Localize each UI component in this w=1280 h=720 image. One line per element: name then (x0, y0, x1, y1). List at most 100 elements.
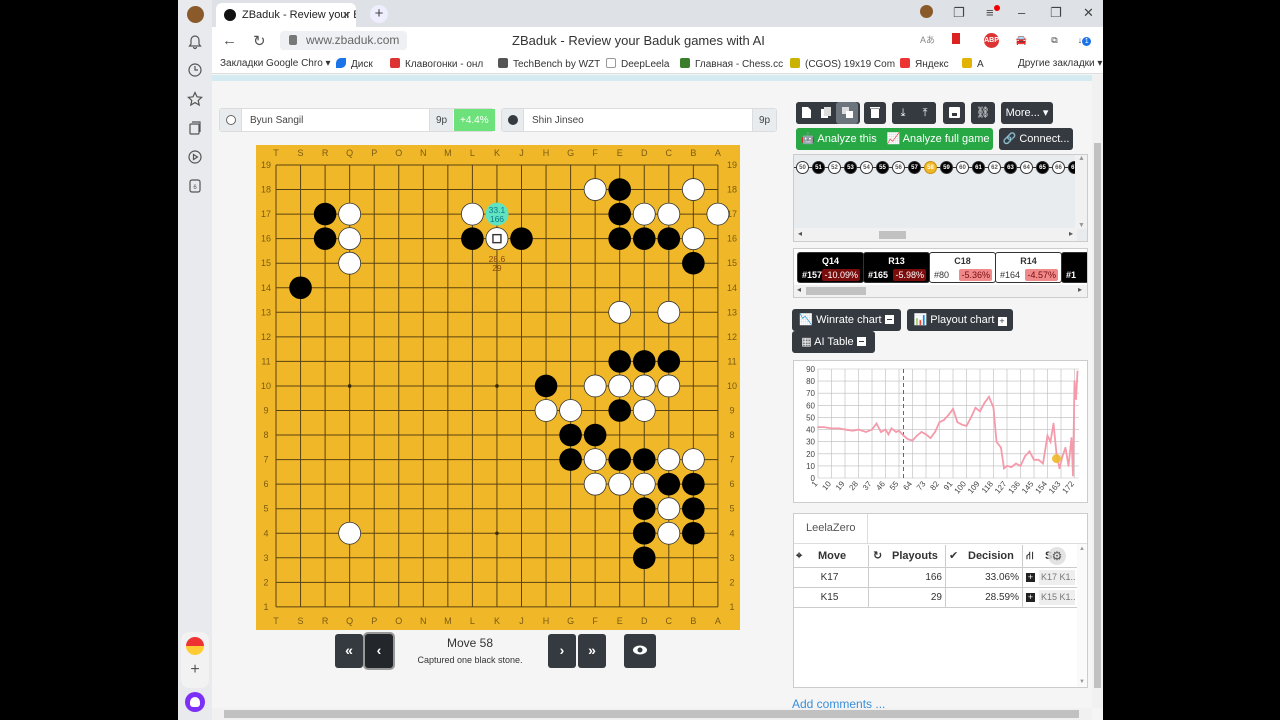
bell-icon[interactable] (185, 34, 205, 54)
move-node[interactable]: 52 (828, 161, 841, 174)
reload-icon[interactable]: ↻ (253, 32, 266, 50)
move-node[interactable]: 57 (908, 161, 921, 174)
mistakes-hscroll[interactable]: ◂ ▸ (794, 285, 1087, 297)
mistake-card[interactable]: C18 #80 -5.36% (929, 252, 996, 283)
playout-chart-toggle[interactable]: 📊 Playout chart + (907, 309, 1013, 331)
bookmark-item[interactable]: Яндекс (900, 58, 949, 70)
white-player-name[interactable]: Byun Sangil (250, 115, 303, 126)
star-icon[interactable] (185, 91, 205, 111)
move-node[interactable]: 53 (844, 161, 857, 174)
scrollbar-thumb[interactable] (806, 287, 866, 295)
first-move-button[interactable]: « (335, 634, 363, 668)
bookmark-item[interactable]: Клавогонки - онл (390, 58, 483, 70)
candidate-move[interactable]: 28.629 (489, 254, 506, 273)
move-node[interactable]: 59 (940, 161, 953, 174)
ai-table-row[interactable]: K17 166 33.06% + K17 K1... (794, 567, 1077, 587)
cell-sequence[interactable]: K15 K1... (1039, 590, 1075, 605)
expand-sequence-icon[interactable]: + (1026, 573, 1035, 582)
other-bookmarks[interactable]: Другие закладки ▾ (1018, 58, 1102, 69)
column-decision[interactable]: ✔ Decision (946, 545, 1023, 567)
cell-sequence[interactable]: K17 K1... (1039, 570, 1075, 585)
bookmark-item[interactable]: DeepLeela (606, 58, 669, 70)
move-node[interactable]: 64 (1020, 161, 1033, 174)
scrollbar-thumb[interactable] (224, 710, 1079, 718)
move-tree[interactable]: 505152535455565758596061626364656667 ▲▼ … (793, 154, 1088, 242)
move-node[interactable]: 63 (1004, 161, 1017, 174)
downloads-icon[interactable]: ↓ 1 (1077, 33, 1092, 48)
new-tab-button[interactable]: + (370, 5, 388, 23)
go-board[interactable]: T T S S R R Q Q P P O O N N M M L L K K J J H H G G F F E E D D C C B B A A 19… (256, 145, 740, 630)
collections-icon[interactable] (185, 120, 205, 140)
add-panel-icon[interactable]: + (186, 661, 204, 679)
upload-icon[interactable]: ⤒ (914, 102, 936, 124)
previous-move-button[interactable]: ‹ (365, 634, 393, 668)
mistake-card[interactable]: Q14 #157 -10.09% (797, 252, 864, 283)
engine-tab-leelazero[interactable]: LeelaZero (794, 514, 868, 543)
last-move-button[interactable]: » (578, 634, 606, 668)
black-player-name[interactable]: Shin Jinseo (532, 115, 584, 126)
bookmark-item[interactable]: Закладки Google Chro ▾ (220, 58, 331, 69)
copy-icon[interactable] (816, 102, 836, 124)
move-node[interactable]: 60 (956, 161, 969, 174)
mistake-card[interactable]: R14 #164 -4.57% (995, 252, 1062, 283)
adblock-icon[interactable]: ABP (984, 33, 999, 48)
bookmark-item[interactable]: TechBench by WZT (498, 58, 600, 70)
back-icon[interactable]: ← (222, 32, 237, 49)
ai-table-vscroll[interactable]: ▲ ▼ (1077, 544, 1087, 687)
move-node[interactable]: 54 (860, 161, 873, 174)
move-node[interactable]: 66 (1052, 161, 1065, 174)
translate-icon[interactable]: Aあ (920, 33, 935, 48)
scrollbar-thumb[interactable] (1094, 143, 1101, 688)
profile-icon[interactable] (920, 5, 933, 21)
play-icon[interactable] (185, 149, 205, 169)
page-horizontal-scrollbar[interactable] (212, 708, 1092, 720)
move-node[interactable]: 65 (1036, 161, 1049, 174)
column-playouts[interactable]: ↻ Playouts (869, 545, 946, 567)
scrollbar-thumb[interactable] (879, 231, 906, 239)
share-link-icon[interactable]: ⛓ (971, 102, 995, 124)
menu-icon[interactable]: ≡ (986, 5, 1000, 20)
connect-button[interactable]: 🔗 Connect... (999, 128, 1073, 150)
extension-car-icon[interactable]: 🚘 (1014, 33, 1029, 48)
mistake-card[interactable]: R13 #165 -5.98% (863, 252, 930, 283)
restore-icon[interactable]: ❐ (1050, 5, 1062, 21)
tabs-overview-icon[interactable]: ❐ (953, 5, 965, 21)
alice-icon[interactable] (185, 692, 205, 712)
candidate-move[interactable]: 33.1166 (485, 202, 509, 226)
ai-table-row[interactable]: K15 29 28.59% + K15 K1... (794, 587, 1077, 607)
move-node[interactable]: 61 (972, 161, 985, 174)
more-dropdown[interactable]: More... ▾ (1001, 102, 1053, 124)
add-comments-link[interactable]: Add comments ... (792, 697, 885, 711)
bookmark-item[interactable]: Главная - Chess.cc (680, 58, 783, 70)
ai-table-toggle[interactable]: ▦ AI Table (792, 331, 875, 353)
bookmark-item[interactable]: Диск (336, 58, 373, 70)
profile-avatar[interactable] (185, 4, 205, 24)
analyze-full-game-button[interactable]: 📈 Analyze full game (884, 128, 992, 150)
save-icon[interactable] (943, 102, 965, 124)
page-vertical-scrollbar[interactable] (1092, 75, 1103, 708)
url-field[interactable]: www.zbaduk.com (280, 31, 408, 50)
move-node[interactable]: 55 (876, 161, 889, 174)
bookmark-item[interactable]: (CGOS) 19x19 Com (790, 58, 895, 70)
winrate-chart-canvas[interactable]: 01020304050607080901 10 19 28 37 46 55 64 73 82 91… (794, 361, 1087, 502)
move-node-current[interactable]: 58 (924, 161, 937, 174)
close-window-icon[interactable]: ✕ (1083, 5, 1094, 21)
move-node[interactable]: 56 (892, 161, 905, 174)
move-node[interactable]: 62 (988, 161, 1001, 174)
minimize-icon[interactable]: – (1018, 5, 1025, 20)
analyze-this-button[interactable]: 🤖 Analyze this (796, 128, 882, 150)
move-tree-hscroll[interactable]: ◂ ▸ (794, 228, 1077, 241)
toggle-hints-button[interactable] (624, 634, 656, 668)
next-move-button[interactable]: › (548, 634, 576, 668)
column-move[interactable]: ⌖ Move (794, 545, 869, 567)
zen-icon[interactable]: 6 (185, 178, 205, 198)
extension-puzzle-icon[interactable]: ⧉ (1047, 33, 1062, 48)
new-file-icon[interactable] (796, 102, 816, 124)
move-tree-vscroll[interactable]: ▲ ▼ (1075, 155, 1087, 229)
download-icon[interactable]: ⤓ (892, 102, 914, 124)
move-node[interactable]: 50 (796, 161, 809, 174)
history-icon[interactable] (185, 62, 205, 82)
bookmark-icon[interactable] (948, 33, 963, 48)
close-tab-icon[interactable]: × (342, 7, 350, 22)
delete-button[interactable] (864, 102, 886, 124)
